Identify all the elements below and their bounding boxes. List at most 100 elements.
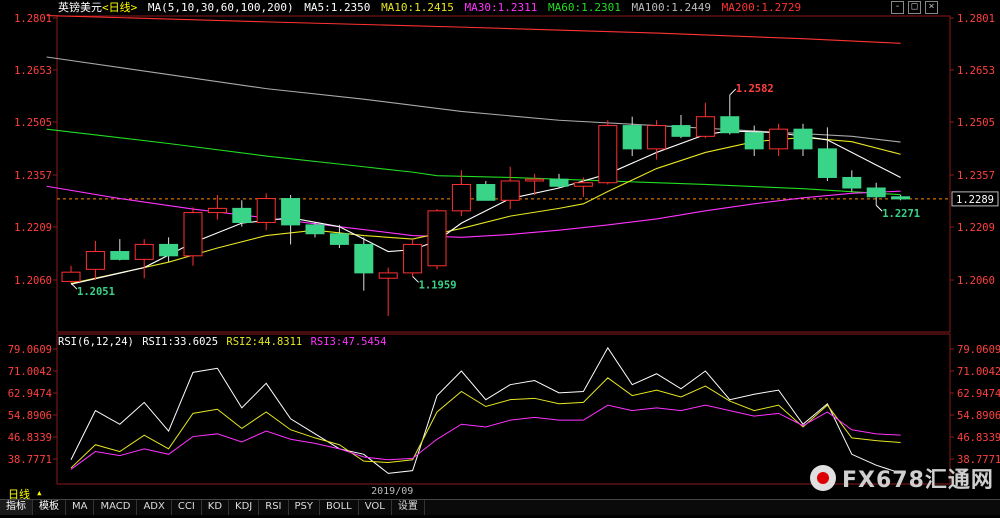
rsi-tick-label-left: 54.8906	[8, 410, 52, 422]
price-tick-label-right: 1.2653	[957, 65, 995, 77]
candle-body-up	[427, 210, 447, 267]
watermark: FX678汇通网	[810, 462, 994, 494]
tab-3[interactable]: MACD	[94, 500, 138, 515]
rsi-header: RSI(6,12,24) RSI1:33.6025 RSI2:44.8311 R…	[58, 335, 388, 349]
candle-body-down	[354, 243, 374, 274]
indicator-tabs: 指标 模板 MA MACD ADX CCI KD KDJ RSI PSY BOLL VOL 设置	[0, 499, 1000, 515]
chart-stage: 1.2801 1.2801 1.2653 1.2653 1.2505 1.2505 1.23…	[0, 0, 1000, 515]
rsi2-value: RSI2:44.8311	[226, 336, 303, 348]
price-annotation: 1.2582	[736, 83, 774, 95]
ma100-value: MA100:1.2449	[631, 1, 711, 14]
tab-10[interactable]: BOLL	[320, 500, 359, 515]
price-annotation: 1.2051	[77, 286, 115, 298]
price-tick-label-left: 1.2209	[14, 222, 52, 234]
candle-body-up	[403, 243, 423, 274]
ma200-value: MA200:1.2729	[721, 1, 802, 14]
axis-labels: 1.2801 1.2801 1.2653 1.2653 1.2505 1.2505 1.23…	[8, 13, 1000, 497]
price-tick-label-right: 1.2801	[957, 13, 995, 25]
rsi-tick-label-right: 54.8906	[957, 410, 1000, 422]
rsi-2-line	[70, 377, 901, 469]
x-axis-label: 2019/09	[371, 486, 413, 497]
close-icon[interactable]: ×	[925, 1, 938, 14]
price-annotation: 1.2271	[882, 208, 920, 220]
price-tick-label-left: 1.2653	[14, 65, 52, 77]
rsi-tick-label-right: 46.8339	[957, 432, 1000, 444]
window-controls: - □ ×	[891, 1, 938, 14]
candles	[61, 94, 911, 316]
tab-7[interactable]: KDJ	[229, 500, 260, 515]
rsi-tick-label-left: 71.0042	[8, 366, 52, 378]
candle-body-down	[744, 132, 764, 150]
candle-body-up	[769, 128, 789, 150]
tab-2[interactable]: MA	[66, 500, 95, 515]
rsi-tick-label-right: 71.0042	[957, 366, 1000, 378]
rsi-1-line	[70, 346, 901, 474]
ma30-line	[46, 185, 901, 238]
price-annotation: 1.1959	[419, 279, 457, 291]
candle-body-up	[525, 178, 545, 182]
price-header: 英镑美元<日线> MA(5,10,30,60,100,200) MA5:1.23…	[58, 0, 805, 16]
ma5-value: MA5:1.2350	[304, 1, 371, 14]
rsi-tick-label-left: 46.8339	[8, 432, 52, 444]
candle-body-down	[549, 178, 569, 187]
ma60-value: MA60:1.2301	[548, 1, 621, 14]
candle-body-down	[281, 198, 301, 226]
price-tick-label-right: 1.2357	[957, 170, 995, 182]
tab-0[interactable]: 指标	[0, 500, 33, 515]
chart-canvas: 1.2801 1.2801 1.2653 1.2653 1.2505 1.2505 1.23…	[8, 13, 1000, 497]
rsi-tick-label-left: 79.0609	[8, 344, 52, 356]
tab-12[interactable]: 设置	[392, 500, 425, 515]
ma30-value: MA30:1.2311	[464, 1, 538, 14]
tab-6[interactable]: KD	[202, 500, 230, 515]
rsi-tick-label-left: 62.9474	[8, 388, 52, 400]
watermark-text: FX678汇通网	[842, 468, 994, 493]
candle-body-up	[695, 116, 715, 137]
price-panel-border	[56, 15, 951, 333]
candle-body-up	[183, 212, 203, 257]
maximize-icon[interactable]: □	[908, 1, 921, 14]
candle-body-down	[793, 128, 813, 150]
candle-body-up	[573, 182, 593, 187]
period-dropdown-icon[interactable]: ▴	[36, 486, 43, 499]
tab-1[interactable]: 模板	[33, 500, 66, 515]
candle-body-down	[232, 207, 252, 223]
candle-body-up	[500, 180, 520, 201]
rsi-lines	[70, 346, 901, 474]
candle-body-down	[842, 176, 862, 189]
price-tick-label-right: 1.2209	[957, 222, 995, 234]
candle-body-up	[207, 207, 227, 214]
candle-body-down	[622, 125, 642, 150]
candle-body-down	[720, 116, 740, 134]
price-annotations: 1.2051 1.1959 1.2582 1.2271	[70, 83, 920, 298]
rsi1-value: RSI1:33.6025	[142, 336, 219, 348]
price-tick-label-left: 1.2801	[14, 13, 52, 25]
period-tag: <日线>	[102, 1, 138, 14]
candle-body-down	[329, 233, 349, 245]
candle-body-up	[256, 198, 276, 223]
candle-body-up	[378, 272, 398, 279]
candle-body-down	[305, 224, 325, 235]
ma200-line	[46, 14, 901, 44]
tab-9[interactable]: PSY	[289, 500, 321, 515]
candle-body-up	[647, 125, 667, 150]
rsi-tick-label-right: 79.0609	[957, 344, 1000, 356]
candle-body-up	[134, 243, 154, 260]
rsi-3-line	[70, 404, 901, 470]
candle-body-down	[817, 148, 837, 178]
ma10-value: MA10:1.2415	[381, 1, 454, 14]
tab-11[interactable]: VOL	[359, 500, 392, 515]
candle-body-up	[598, 125, 618, 184]
current-price-label: 1.2289	[956, 194, 994, 206]
minimize-icon[interactable]: -	[891, 1, 904, 14]
tab-4[interactable]: ADX	[137, 500, 172, 515]
candle-body-down	[110, 251, 130, 260]
candle-body-down	[891, 196, 911, 200]
rsi-params: RSI(6,12,24)	[58, 336, 134, 348]
tab-5[interactable]: CCI	[172, 500, 202, 515]
ma5-line	[70, 130, 901, 285]
tab-8[interactable]: RSI	[259, 500, 289, 515]
candle-body-up	[451, 183, 471, 212]
ma-params: MA(5,10,30,60,100,200)	[147, 1, 294, 14]
price-tick-label-right: 1.2060	[957, 275, 995, 287]
price-tick-label-right: 1.2505	[957, 117, 995, 129]
